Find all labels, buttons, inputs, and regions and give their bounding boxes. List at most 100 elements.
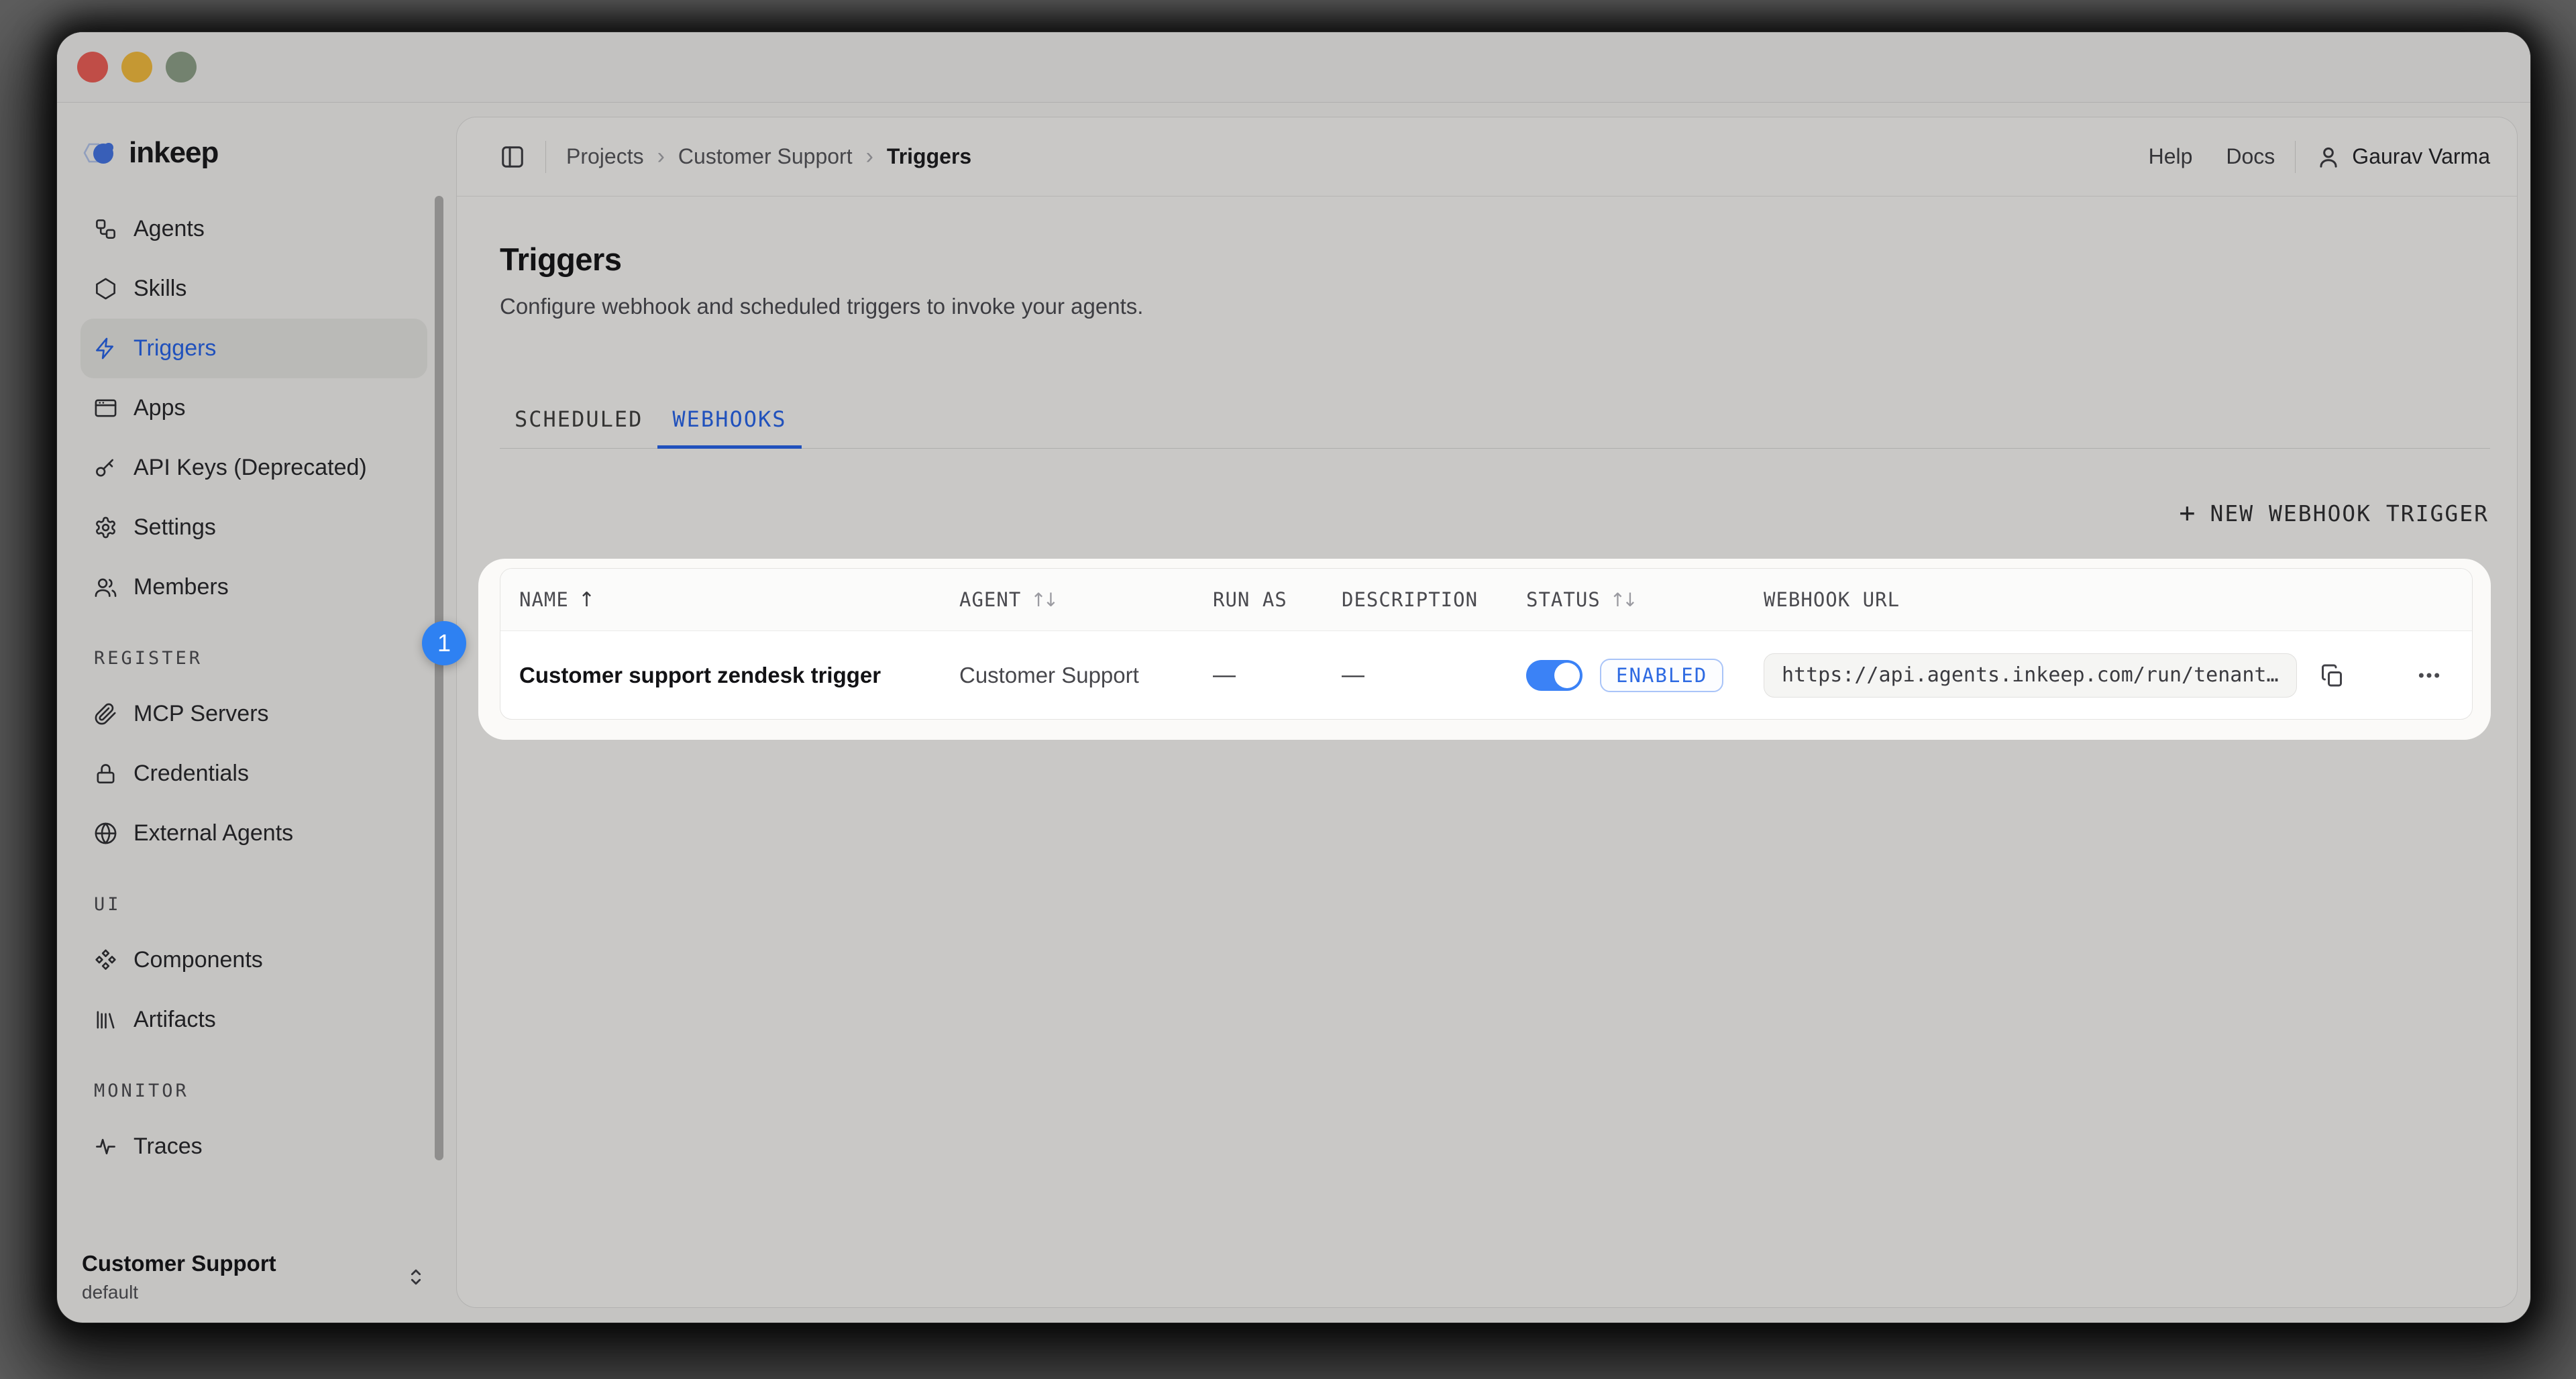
page-content: Triggers Configure webhook and scheduled… — [457, 197, 2517, 1307]
activity-icon — [94, 1135, 117, 1158]
sidebar-item-mcp-servers[interactable]: MCP Servers — [80, 684, 427, 744]
row-more-menu-button[interactable] — [2416, 662, 2443, 689]
trigger-description-cell: — — [1323, 662, 1507, 688]
gear-icon — [94, 516, 117, 539]
sidebar-section-ui: UI Components Artifacts — [80, 890, 427, 1050]
chevrons-up-down-icon — [405, 1266, 427, 1288]
docs-link[interactable]: Docs — [2226, 144, 2275, 169]
tab-scheduled[interactable]: SCHEDULED — [500, 406, 657, 449]
project-switcher[interactable]: Customer Support default — [80, 1251, 427, 1303]
library-icon — [94, 1008, 117, 1032]
main-area: Projects › Customer Support › Triggers H… — [456, 103, 2530, 1322]
column-header-name[interactable]: NAME ↑ — [500, 588, 941, 612]
column-label: NAME — [519, 588, 569, 611]
sidebar: inkeep Agents Skills Triggers Apps — [57, 103, 456, 1322]
webhook-url-field[interactable]: https://api.agents.inkeep.com/run/tenant… — [1764, 653, 2297, 698]
column-header-webhook-url: WEBHOOK URL — [1745, 588, 2472, 611]
status-toggle[interactable] — [1526, 660, 1582, 691]
main-header: Projects › Customer Support › Triggers H… — [457, 117, 2517, 197]
key-icon — [94, 456, 117, 480]
sidebar-section-monitor: MONITOR Traces — [80, 1077, 427, 1176]
users-icon — [94, 575, 117, 599]
header-right: Help Docs Gaurav Varma — [2149, 141, 2490, 173]
trigger-agent-cell: Customer Support — [941, 663, 1194, 688]
copy-icon — [2320, 663, 2344, 687]
logo-text: inkeep — [129, 136, 218, 170]
column-header-description: DESCRIPTION — [1323, 588, 1507, 611]
user-menu[interactable]: Gaurav Varma — [2316, 144, 2490, 170]
project-name: Customer Support — [82, 1251, 276, 1276]
sidebar-item-apps[interactable]: Apps — [80, 378, 427, 438]
sidebar-item-members[interactable]: Members — [80, 557, 427, 617]
zoom-window-button[interactable] — [166, 52, 197, 82]
sidebar-item-label: Settings — [133, 514, 216, 541]
sidebar-item-components[interactable]: Components — [80, 930, 427, 990]
sidebar-item-label: Agents — [133, 216, 205, 242]
sidebar-item-label: Members — [133, 574, 229, 600]
status-badge: ENABLED — [1600, 659, 1723, 692]
sort-asc-icon: ↑ — [578, 588, 596, 612]
new-webhook-trigger-label: NEW WEBHOOK TRIGGER — [2210, 500, 2489, 527]
sort-both-icon: ↑↓ — [1610, 589, 1635, 611]
help-link[interactable]: Help — [2149, 144, 2193, 169]
chevron-right-icon: › — [866, 144, 873, 170]
hexagon-icon — [94, 277, 117, 300]
ellipsis-icon — [2416, 662, 2443, 689]
column-header-status[interactable]: STATUS ↑↓ — [1507, 588, 1745, 611]
breadcrumb-customer-support[interactable]: Customer Support — [678, 144, 853, 169]
new-webhook-trigger-button[interactable]: + NEW WEBHOOK TRIGGER — [2178, 496, 2490, 531]
sidebar-item-label: Apps — [133, 395, 186, 421]
page-title: Triggers — [500, 241, 2490, 278]
sidebar-item-external-agents[interactable]: External Agents — [80, 804, 427, 863]
trigger-status-cell: ENABLED — [1507, 659, 1745, 692]
sidebar-item-skills[interactable]: Skills — [80, 259, 427, 319]
sidebar-item-label: External Agents — [133, 820, 293, 846]
sidebar-item-agents[interactable]: Agents — [80, 199, 427, 259]
breadcrumb: Projects › Customer Support › Triggers — [566, 144, 971, 170]
column-header-agent[interactable]: AGENT ↑↓ — [941, 588, 1194, 611]
sidebar-scrollbar[interactable] — [435, 196, 443, 1160]
globe-icon — [94, 822, 117, 845]
close-window-button[interactable] — [77, 52, 108, 82]
table-header-row: NAME ↑ AGENT ↑↓ RUN AS DESCRIP — [500, 569, 2472, 630]
minimize-window-button[interactable] — [121, 52, 152, 82]
sidebar-item-label: Credentials — [133, 761, 249, 787]
sidebar-item-traces[interactable]: Traces — [80, 1117, 427, 1176]
window-titlebar — [57, 32, 2530, 103]
chevron-right-icon: › — [657, 144, 665, 170]
sidebar-item-label: Artifacts — [133, 1007, 216, 1033]
traffic-lights — [77, 52, 197, 82]
user-icon — [2316, 144, 2341, 170]
header-divider — [2295, 141, 2296, 173]
project-switcher-labels: Customer Support default — [82, 1251, 276, 1303]
app-window: inkeep Agents Skills Triggers Apps — [57, 32, 2530, 1323]
page-subtitle: Configure webhook and scheduled triggers… — [500, 294, 2490, 319]
trigger-name-cell: Customer support zendesk trigger — [500, 663, 941, 688]
actions-row: + NEW WEBHOOK TRIGGER — [500, 496, 2490, 531]
step-badge: 1 — [422, 621, 466, 665]
column-label: DESCRIPTION — [1342, 588, 1478, 611]
sidebar-item-credentials[interactable]: Credentials — [80, 744, 427, 804]
sidebar-item-triggers[interactable]: Triggers — [80, 319, 427, 378]
sidebar-item-api-keys[interactable]: API Keys (Deprecated) — [80, 438, 427, 498]
sidebar-item-label: Skills — [133, 276, 186, 302]
column-label: AGENT — [959, 588, 1021, 611]
paperclip-icon — [94, 702, 117, 726]
column-label: WEBHOOK URL — [1764, 588, 1900, 611]
section-label: MONITOR — [80, 1077, 427, 1106]
column-label: RUN AS — [1213, 588, 1287, 611]
sidebar-item-label: Triggers — [133, 335, 216, 362]
sidebar-item-label: MCP Servers — [133, 701, 269, 727]
zap-icon — [94, 337, 117, 360]
project-environment: default — [82, 1282, 276, 1303]
sidebar-item-artifacts[interactable]: Artifacts — [80, 990, 427, 1050]
sidebar-toggle-button[interactable] — [500, 144, 525, 170]
breadcrumb-projects[interactable]: Projects — [566, 144, 644, 169]
copy-url-button[interactable] — [2320, 663, 2344, 687]
sidebar-item-label: API Keys (Deprecated) — [133, 455, 367, 481]
trigger-run-as-cell: — — [1194, 662, 1323, 688]
sidebar-item-settings[interactable]: Settings — [80, 498, 427, 557]
inkeep-logo: inkeep — [80, 131, 427, 175]
inkeep-logo-icon — [80, 136, 119, 170]
tab-webhooks[interactable]: WEBHOOKS — [657, 406, 801, 449]
